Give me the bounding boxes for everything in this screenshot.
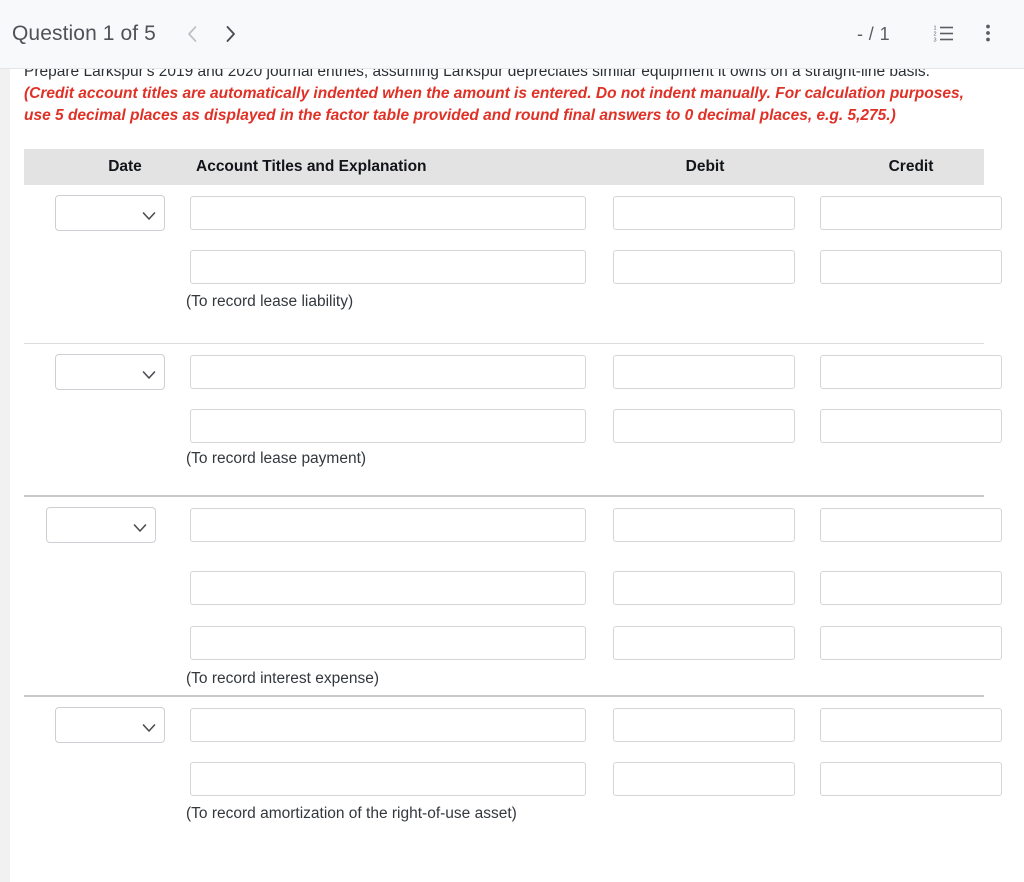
entry-block: (To record lease liability): [24, 185, 1024, 310]
date-select-wrapper[interactable]: [46, 507, 156, 543]
account-title-input[interactable]: [190, 250, 586, 284]
date-select-wrapper[interactable]: [55, 707, 165, 743]
account-title-input[interactable]: [190, 571, 586, 605]
column-header-credit: Credit: [888, 158, 934, 175]
credit-input[interactable]: [820, 571, 1002, 605]
credit-input[interactable]: [820, 250, 1002, 284]
entry-block: (To record interest expense): [24, 495, 1024, 695]
intro-text: Prepare Larkspur's 2019 and 2020 journal…: [24, 69, 930, 80]
kebab-menu-icon: [978, 22, 998, 47]
date-select[interactable]: [55, 707, 165, 743]
column-header-date: Date: [108, 158, 142, 175]
question-list-button[interactable]: 1 2 3: [926, 16, 962, 52]
chevron-left-icon: [186, 24, 199, 44]
chevron-right-icon: [224, 24, 237, 44]
journal-entry-table: Date Account Titles and Explanation Debi…: [24, 149, 1024, 855]
debit-input[interactable]: [613, 626, 795, 660]
account-title-input[interactable]: [190, 409, 586, 443]
date-select-wrapper[interactable]: [55, 354, 165, 390]
debit-input[interactable]: [613, 409, 795, 443]
entry-memo: (To record amortization of the right-of-…: [186, 805, 517, 822]
debit-input[interactable]: [613, 196, 795, 230]
account-title-input[interactable]: [190, 626, 586, 660]
debit-input[interactable]: [613, 355, 795, 389]
svg-text:3: 3: [934, 37, 937, 43]
account-title-input[interactable]: [190, 508, 586, 542]
entry-memo: (To record lease payment): [186, 450, 367, 467]
previous-question-button[interactable]: [174, 15, 212, 53]
entry-memo: (To record lease liability): [186, 293, 354, 310]
date-select[interactable]: [55, 354, 165, 390]
entry-block: (To record amortization of the right-of-…: [24, 695, 1024, 855]
debit-input[interactable]: [613, 571, 795, 605]
question-counter: Question 1 of 5: [12, 22, 156, 45]
more-options-button[interactable]: [970, 16, 1006, 52]
debit-input[interactable]: [613, 762, 795, 796]
score-display: - / 1: [856, 23, 890, 44]
page-background: Prepare Larkspur's 2019 and 2020 journal…: [0, 69, 1024, 882]
question-document: Prepare Larkspur's 2019 and 2020 journal…: [10, 69, 1024, 882]
account-title-input[interactable]: [190, 762, 586, 796]
date-select[interactable]: [55, 195, 165, 231]
column-header-account: Account Titles and Explanation: [196, 158, 427, 175]
debit-input[interactable]: [613, 708, 795, 742]
debit-input[interactable]: [613, 508, 795, 542]
question-nav: [174, 15, 250, 53]
credit-input[interactable]: [820, 196, 1002, 230]
next-question-button[interactable]: [212, 15, 250, 53]
account-title-input[interactable]: [190, 196, 586, 230]
date-select-wrapper[interactable]: [55, 195, 165, 231]
date-select[interactable]: [46, 507, 156, 543]
account-title-input[interactable]: [190, 708, 586, 742]
entry-memo: (To record interest expense): [186, 670, 379, 687]
credit-input[interactable]: [820, 762, 1002, 796]
entry-block: (To record lease payment): [24, 343, 1024, 495]
credit-input[interactable]: [820, 626, 1002, 660]
credit-input[interactable]: [820, 355, 1002, 389]
instruction-text: (Credit account titles are automatically…: [24, 85, 964, 124]
credit-input[interactable]: [820, 508, 1002, 542]
debit-input[interactable]: [613, 250, 795, 284]
account-title-input[interactable]: [190, 355, 586, 389]
credit-input[interactable]: [820, 409, 1002, 443]
top-toolbar: Question 1 of 5 - / 1 1 2 3: [0, 0, 1024, 69]
table-header-row: Date Account Titles and Explanation Debi…: [24, 149, 984, 185]
column-header-debit: Debit: [685, 158, 725, 175]
credit-input[interactable]: [820, 708, 1002, 742]
numbered-list-icon: 1 2 3: [933, 22, 955, 47]
